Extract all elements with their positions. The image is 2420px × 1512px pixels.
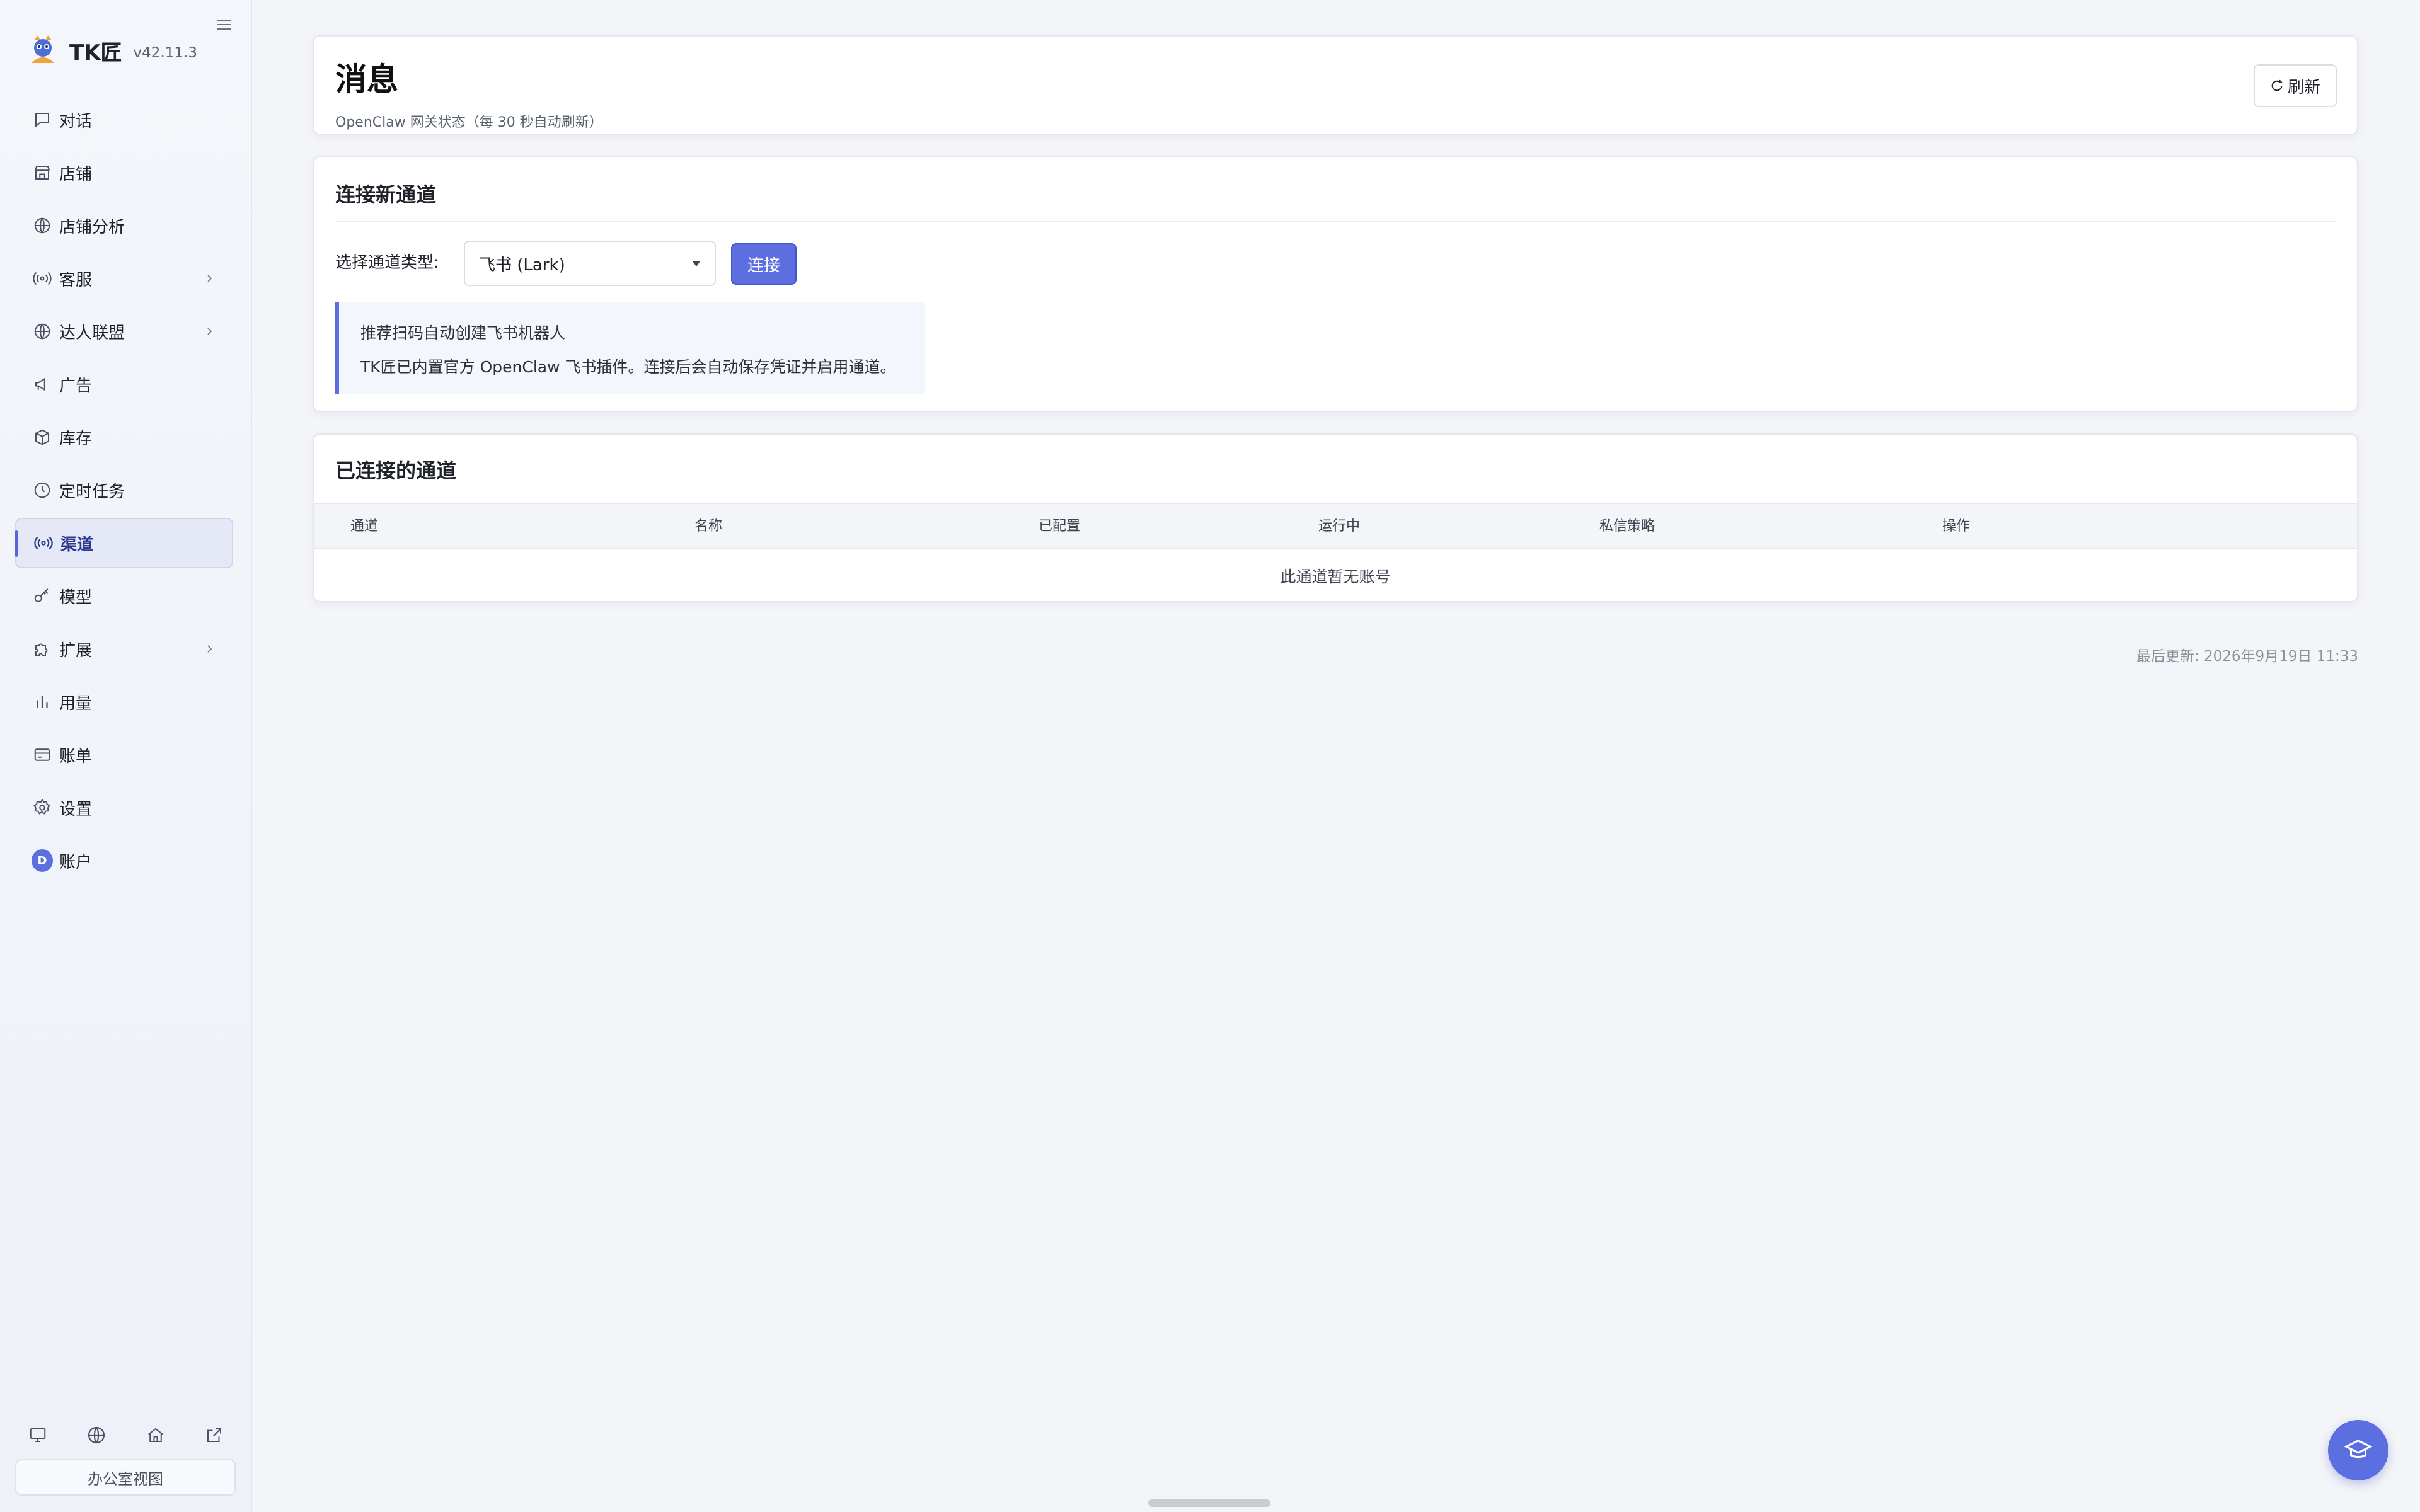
store-icon: [32, 162, 53, 183]
sidebar-item-label: 广告: [59, 376, 93, 396]
sidebar-item-label: 扩展: [59, 641, 93, 660]
globe-icon: [32, 215, 53, 236]
bar-chart-icon: [32, 691, 53, 713]
help-button[interactable]: [2328, 1420, 2388, 1480]
column-header: 名称: [694, 518, 723, 534]
lark-tip-box: 推荐扫码自动创建飞书机器人 TK匠已内置官方 OpenClaw 飞书插件。连接后…: [335, 302, 925, 394]
sidebar-item-customer-service[interactable]: 客服: [15, 253, 233, 304]
connect-channel-card: 连接新通道 选择通道类型: 飞书 (Lark) 连接 推荐扫码自动创建飞书机器人…: [313, 156, 2358, 412]
sidebar-item-label: 模型: [59, 588, 93, 607]
sidebar-item-label: 账户: [59, 852, 93, 872]
sidebar-item-scheduled-tasks[interactable]: 定时任务: [15, 465, 233, 515]
gear-icon: [32, 797, 53, 818]
sidebar-item-label: 对话: [59, 112, 93, 131]
sidebar-item-label: 设置: [59, 799, 93, 819]
sidebar-item-influencer-alliance[interactable]: 达人联盟: [15, 306, 233, 357]
selected-channel: 飞书 (Lark): [479, 255, 565, 275]
globe-icon[interactable]: [84, 1423, 109, 1448]
app-version: v42.11.3: [133, 45, 197, 61]
sidebar-item-chat[interactable]: 对话: [15, 94, 233, 145]
box-icon: [32, 427, 53, 448]
brand[interactable]: TK匠 v42.11.3: [25, 32, 197, 69]
megaphone-icon: [32, 374, 53, 395]
avatar-wrapper: D: [32, 849, 53, 872]
avatar: D: [32, 849, 53, 872]
column-header: 操作: [1942, 518, 1971, 534]
tip-title: 推荐扫码自动创建飞书机器人: [360, 324, 566, 342]
menu-icon: [217, 20, 231, 30]
column-header: 通道: [350, 518, 379, 534]
channel-type-label: 选择通道类型:: [335, 253, 439, 272]
tip-body: TK匠已内置官方 OpenClaw 飞书插件。连接后会自动保存凭证并启用通道。: [360, 358, 896, 376]
refresh-button[interactable]: 刷新: [2254, 64, 2337, 107]
clock-icon: [32, 479, 53, 501]
sidebar-item-account[interactable]: D 账户: [15, 835, 233, 886]
table-header: 通道 名称 已配置 运行中 私信策略 操作: [314, 503, 2357, 549]
sidebar-item-inventory[interactable]: 库存: [15, 412, 233, 462]
channel-type-select[interactable]: 飞书 (Lark): [464, 241, 716, 286]
column-header: 私信策略: [1599, 518, 1656, 534]
sidebar-item-billing[interactable]: 账单: [15, 730, 233, 780]
sidebar-item-label: 客服: [59, 270, 93, 290]
section-title: 连接新通道: [335, 183, 437, 207]
sidebar: TK匠 v42.11.3 对话 店铺 店铺分析 客服 达人联盟 广告 库存 定时…: [0, 0, 252, 1512]
sidebar-footer-icons: [25, 1418, 227, 1453]
empty-state: 此通道暂无账号: [1280, 568, 1391, 586]
sidebar-item-label: 定时任务: [59, 482, 125, 501]
sidebar-item-label: 达人联盟: [59, 323, 125, 343]
radio-signal-icon: [33, 532, 54, 554]
column-header: 已配置: [1039, 518, 1081, 534]
sidebar-item-label: 店铺分析: [59, 217, 125, 237]
sidebar-item-extensions[interactable]: 扩展: [15, 624, 233, 674]
sidebar-item-store-analysis[interactable]: 店铺分析: [15, 200, 233, 251]
graduation-cap-icon: [2344, 1439, 2373, 1458]
sidebar-item-models[interactable]: 模型: [15, 571, 233, 621]
chat-icon: [32, 109, 53, 130]
section-title: 已连接的通道: [335, 459, 457, 483]
monitor-icon[interactable]: [25, 1423, 50, 1448]
horizontal-scrollbar[interactable]: [1148, 1499, 1270, 1507]
sidebar-item-label: 店铺: [59, 164, 93, 184]
app-name: TK匠: [69, 40, 122, 66]
key-icon: [32, 585, 53, 607]
radio-signal-icon: [32, 268, 53, 289]
chevron-right-icon: [200, 323, 218, 340]
divider: [335, 220, 2336, 222]
sidebar-item-usage[interactable]: 用量: [15, 677, 233, 727]
sidebar-item-channels[interactable]: 渠道: [15, 518, 233, 568]
home-icon[interactable]: [143, 1423, 168, 1448]
globe-icon: [32, 321, 53, 342]
credit-card-icon: [32, 744, 53, 765]
office-view-button[interactable]: 办公室视图: [15, 1459, 236, 1496]
caret-down-icon: [693, 261, 700, 266]
sidebar-item-store[interactable]: 店铺: [15, 147, 233, 198]
external-link-icon[interactable]: [202, 1423, 227, 1448]
chevron-right-icon: [200, 640, 218, 658]
sidebar-item-ads[interactable]: 广告: [15, 359, 233, 410]
refresh-icon: [2271, 79, 2283, 91]
sidebar-item-label: 用量: [59, 694, 93, 713]
puzzle-icon: [32, 638, 53, 660]
sidebar-item-label: 库存: [59, 429, 93, 449]
page-subtitle: OpenClaw 网关状态（每 30 秒自动刷新）: [335, 115, 603, 130]
sidebar-item-label: 渠道: [60, 535, 94, 554]
sidebar-nav: 对话 店铺 店铺分析 客服 达人联盟 广告 库存 定时任务 渠道 模型 扩展 用…: [15, 94, 233, 888]
page-header: 消息 OpenClaw 网关状态（每 30 秒自动刷新） 刷新: [313, 35, 2358, 135]
column-header: 运行中: [1318, 518, 1361, 534]
sidebar-item-label: 账单: [59, 747, 93, 766]
connected-channels-card: 已连接的通道 通道 名称 已配置 运行中 私信策略 操作 此通道暂无账号: [313, 433, 2358, 602]
chevron-right-icon: [200, 270, 218, 287]
refresh-label: 刷新: [2287, 77, 2320, 97]
last-updated: 最后更新: 2026年9月19日 11:33: [2136, 648, 2358, 665]
connect-button[interactable]: 连接: [731, 243, 797, 285]
collapse-sidebar-button[interactable]: [214, 15, 233, 34]
sidebar-item-settings[interactable]: 设置: [15, 782, 233, 833]
app-logo-icon: [32, 35, 54, 63]
page-title: 消息: [335, 61, 398, 98]
